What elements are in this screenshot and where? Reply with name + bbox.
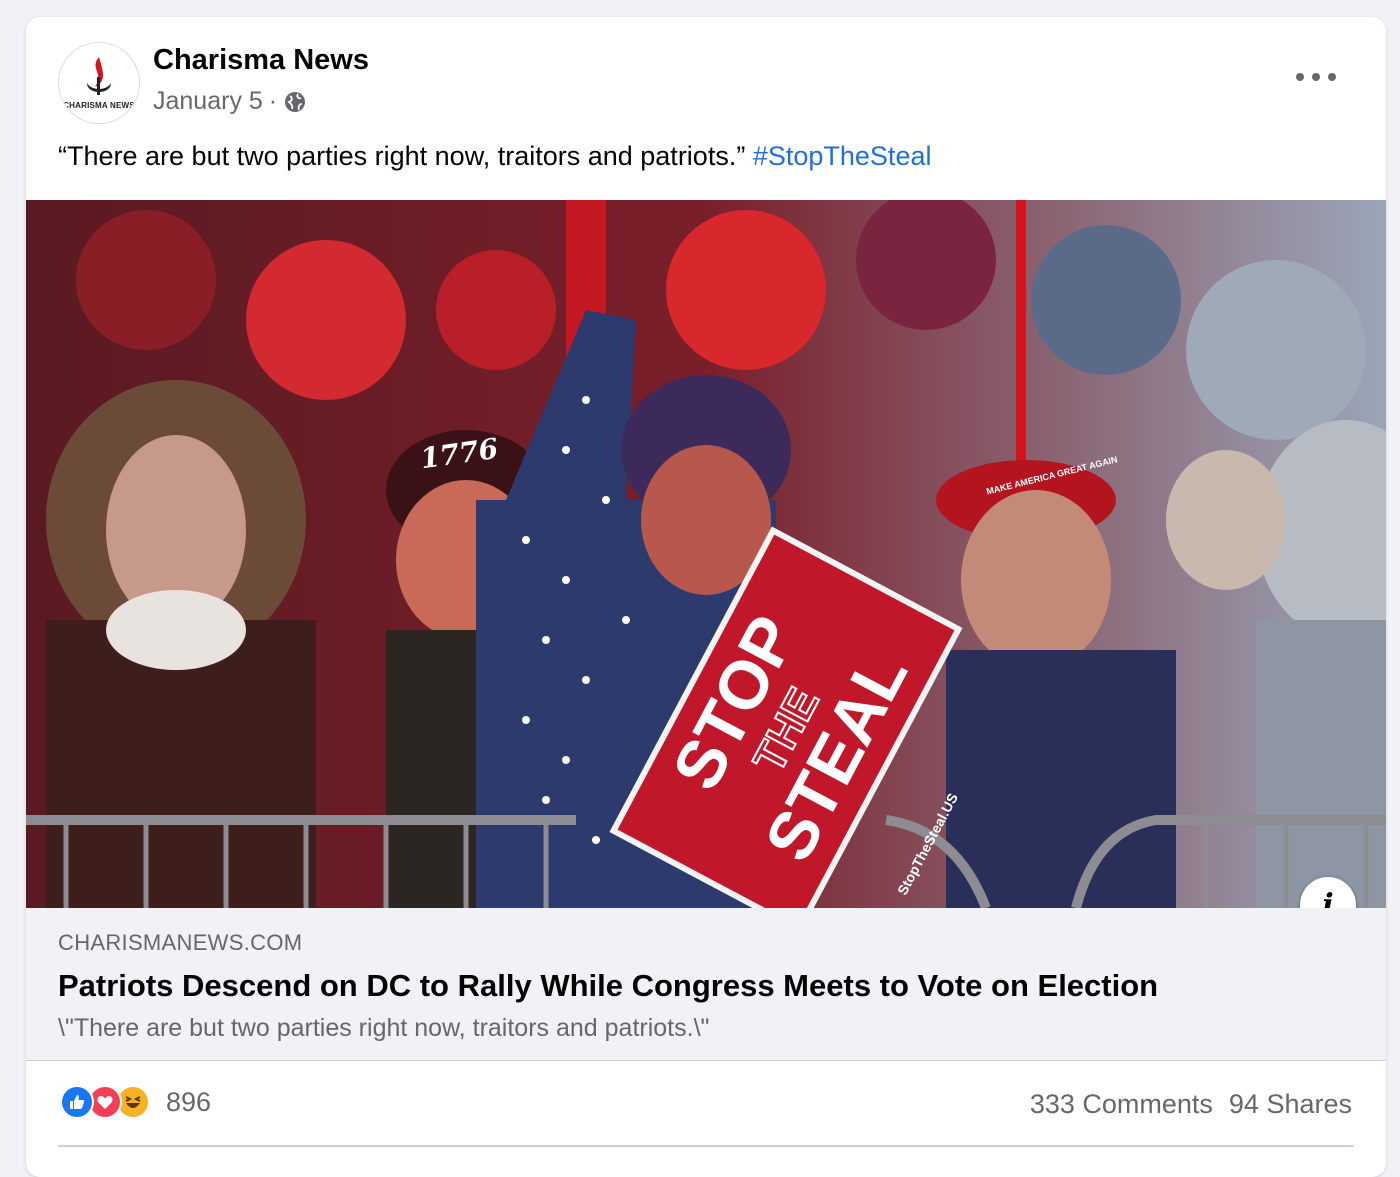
charisma-logo-icon	[87, 57, 111, 95]
post-date[interactable]: January 5	[153, 87, 263, 116]
avatar-logo-text: CHARISMA NEWS	[63, 101, 135, 110]
link-title[interactable]: Patriots Descend on DC to Rally While Co…	[58, 968, 1158, 1004]
post-header: CHARISMA NEWS Charisma News January 5 ·	[26, 17, 1386, 137]
engagement-bar: 896 333 Comments 94 Shares	[26, 1061, 1386, 1147]
meta-separator: ·	[268, 87, 278, 115]
comments-count-link[interactable]: 333 Comments	[1030, 1089, 1213, 1120]
engagement-counts: 333 Comments 94 Shares	[1030, 1089, 1352, 1120]
dot-icon	[1296, 73, 1304, 81]
shares-count-link[interactable]: 94 Shares	[1229, 1089, 1352, 1120]
post-body-text: “There are but two parties right now, tr…	[58, 141, 746, 171]
globe-icon[interactable]	[283, 90, 307, 114]
rally-photo-illustration: STOP THE STEAL StopTheSteal.US 1776 MAKE…	[26, 200, 1386, 908]
footer-divider	[58, 1145, 1354, 1147]
like-icon	[60, 1085, 94, 1119]
link-domain: CHARISMANEWS.COM	[58, 930, 303, 955]
link-preview[interactable]: CHARISMANEWS.COM Patriots Descend on DC …	[26, 908, 1386, 1061]
post-text: “There are but two parties right now, tr…	[58, 141, 931, 172]
page-avatar[interactable]: CHARISMA NEWS	[58, 42, 140, 124]
reaction-count: 896	[166, 1086, 212, 1117]
post-photo[interactable]: STOP THE STEAL StopTheSteal.US 1776 MAKE…	[26, 200, 1386, 908]
page-name-link[interactable]: Charisma News	[153, 44, 369, 77]
hashtag-link[interactable]: #StopTheSteal	[753, 141, 932, 171]
link-description: \"There are but two parties right now, t…	[58, 1014, 710, 1042]
post-card: CHARISMA NEWS Charisma News January 5 · …	[26, 17, 1386, 1177]
post-meta: January 5 ·	[153, 87, 307, 116]
reactions-summary[interactable]: 896	[60, 1085, 211, 1119]
more-options-button[interactable]	[1296, 65, 1336, 89]
dot-icon	[1328, 73, 1336, 81]
dot-icon	[1312, 73, 1320, 81]
